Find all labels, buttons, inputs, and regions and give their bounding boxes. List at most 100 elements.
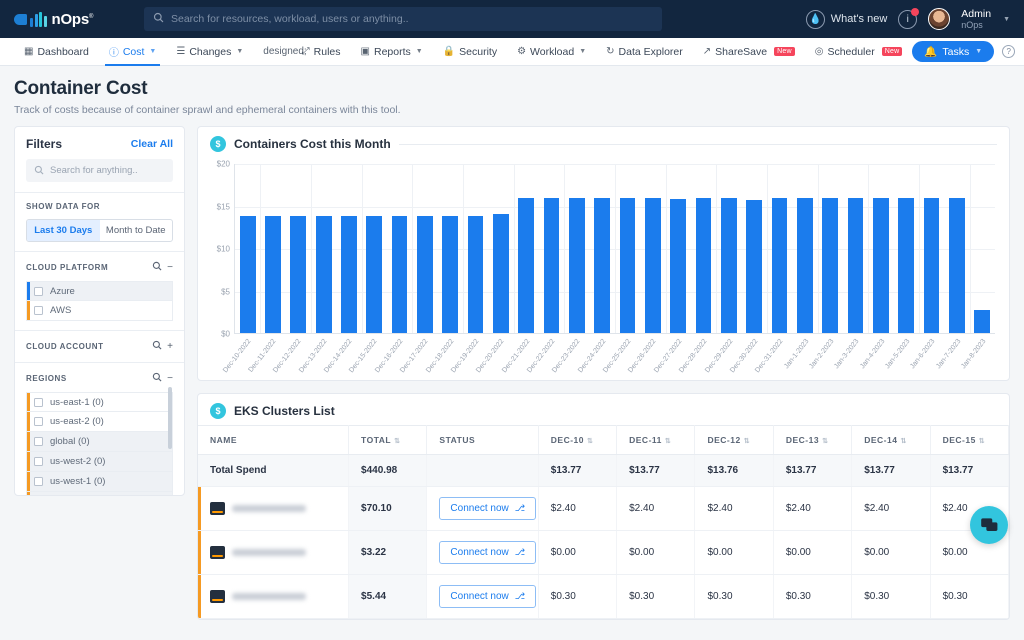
chart-bar-cell[interactable] bbox=[640, 164, 665, 333]
connect-now-button[interactable]: Connect now ⎇ bbox=[439, 541, 536, 564]
nav-item-security[interactable]: 🔒 Security bbox=[433, 38, 507, 66]
chart-bar-cell[interactable] bbox=[336, 164, 361, 333]
chart-bar-cell[interactable] bbox=[412, 164, 437, 333]
column-header-dec11[interactable]: DEC-11 ⇅ bbox=[617, 426, 695, 455]
filters-search[interactable] bbox=[26, 159, 173, 182]
checkbox[interactable] bbox=[34, 306, 43, 315]
chart-bar-cell[interactable] bbox=[792, 164, 817, 333]
checkbox[interactable] bbox=[34, 287, 43, 296]
nav-item-rules[interactable]: designed; ⤢ Rules bbox=[253, 38, 350, 66]
checkbox[interactable] bbox=[34, 417, 43, 426]
chart-bar-cell[interactable] bbox=[843, 164, 868, 333]
chart-bar-cell[interactable] bbox=[362, 164, 387, 333]
chart-bar-cell[interactable] bbox=[818, 164, 843, 333]
nav-item-data-explorer[interactable]: ↻ Data Explorer bbox=[596, 38, 693, 66]
checkbox[interactable] bbox=[34, 457, 43, 466]
nav-item-scheduler[interactable]: ◎ Scheduler New bbox=[805, 38, 913, 66]
chart-bar[interactable] bbox=[898, 198, 914, 333]
chart-bar-cell[interactable] bbox=[919, 164, 944, 333]
chart-bar[interactable] bbox=[417, 216, 433, 333]
chart-bar[interactable] bbox=[772, 198, 788, 333]
search-icon[interactable] bbox=[152, 261, 162, 274]
nav-item-cost[interactable]: ⓘ Cost ▼ bbox=[99, 38, 167, 66]
sort-icon[interactable]: ⇅ bbox=[665, 438, 671, 445]
nav-item-changes[interactable]: ☰ Changes ▼ bbox=[166, 38, 253, 66]
chart-bar-cell[interactable] bbox=[463, 164, 488, 333]
expand-icon[interactable]: + bbox=[167, 341, 173, 352]
chart-bar-cell[interactable] bbox=[944, 164, 969, 333]
collapse-icon[interactable]: − bbox=[167, 373, 173, 384]
chart-bar-cell[interactable] bbox=[767, 164, 792, 333]
chart-bar[interactable] bbox=[696, 198, 712, 333]
search-icon[interactable] bbox=[152, 340, 162, 353]
chart-bar-cell[interactable] bbox=[590, 164, 615, 333]
sort-icon[interactable]: ⇅ bbox=[587, 438, 593, 445]
help-icon[interactable]: ? bbox=[1002, 45, 1015, 58]
chart-bar[interactable] bbox=[873, 198, 889, 333]
filter-option-region[interactable]: us-west-2 (0) bbox=[26, 452, 173, 472]
filter-option-region[interactable]: eu-west-1 (0) bbox=[26, 492, 173, 496]
nav-item-sharesave[interactable]: ↗ ShareSave New bbox=[693, 38, 805, 66]
chart-bar[interactable] bbox=[468, 216, 484, 333]
chart-bar-cell[interactable] bbox=[539, 164, 564, 333]
sort-icon[interactable]: ⇅ bbox=[744, 438, 750, 445]
filter-option-region[interactable]: us-west-1 (0) bbox=[26, 472, 173, 492]
chart-bar[interactable] bbox=[645, 198, 661, 333]
chart-bar[interactable] bbox=[721, 198, 737, 333]
chart-bar[interactable] bbox=[594, 198, 610, 333]
chart-bar[interactable] bbox=[442, 216, 458, 333]
chart-bar[interactable] bbox=[620, 198, 636, 333]
whats-new-button[interactable]: 💧 What's new bbox=[806, 10, 888, 29]
filter-option-aws[interactable]: AWS bbox=[26, 301, 173, 321]
checkbox[interactable] bbox=[34, 398, 43, 407]
chart-bar-cell[interactable] bbox=[438, 164, 463, 333]
chart-bar[interactable] bbox=[949, 198, 965, 333]
chart-bar-cell[interactable] bbox=[311, 164, 336, 333]
connect-now-button[interactable]: Connect now ⎇ bbox=[439, 497, 536, 520]
chart-bar-cell[interactable] bbox=[235, 164, 260, 333]
column-header-dec12[interactable]: DEC-12 ⇅ bbox=[695, 426, 773, 455]
table-row[interactable]: $5.44 Connect now ⎇ $0.30 $0.30 $0.30 $0.30 $0.… bbox=[198, 575, 1009, 619]
search-icon[interactable] bbox=[152, 372, 162, 385]
chart-bar[interactable] bbox=[341, 216, 357, 333]
chart-bar[interactable] bbox=[924, 198, 940, 333]
chart-bar-cell[interactable] bbox=[387, 164, 412, 333]
clear-all-button[interactable]: Clear All bbox=[131, 138, 173, 150]
chart-bar-cell[interactable] bbox=[666, 164, 691, 333]
chart-bar[interactable] bbox=[569, 198, 585, 333]
sort-icon[interactable]: ⇅ bbox=[822, 438, 828, 445]
column-header-dec10[interactable]: DEC-10 ⇅ bbox=[538, 426, 616, 455]
avatar[interactable] bbox=[928, 8, 950, 30]
search-input[interactable] bbox=[171, 13, 653, 25]
chart-bar[interactable] bbox=[746, 200, 762, 333]
nav-item-dashboard[interactable]: ▦ Dashboard bbox=[14, 38, 99, 66]
chart-bar[interactable] bbox=[544, 198, 560, 333]
chevron-down-icon[interactable]: ▼ bbox=[1003, 16, 1010, 23]
sort-icon[interactable]: ⇅ bbox=[394, 438, 400, 445]
filter-option-region[interactable]: us-east-1 (0) bbox=[26, 392, 173, 412]
chart-bar[interactable] bbox=[240, 216, 256, 333]
chart-bar[interactable] bbox=[493, 214, 509, 333]
toggle-month-to-date[interactable]: Month to Date bbox=[100, 220, 173, 241]
chart-bar[interactable] bbox=[974, 310, 990, 333]
chart-bar-cell[interactable] bbox=[970, 164, 995, 333]
chart-bar[interactable] bbox=[822, 198, 838, 333]
nops-logo[interactable]: nOps® bbox=[14, 11, 118, 28]
chart-bar-cell[interactable] bbox=[514, 164, 539, 333]
chat-support-button[interactable] bbox=[970, 506, 1008, 544]
filters-search-input[interactable] bbox=[50, 165, 165, 176]
table-row[interactable]: $3.22 Connect now ⎇ $0.00 $0.00 $0.00 $0.00 $0.… bbox=[198, 531, 1009, 575]
chart-bar[interactable] bbox=[265, 216, 281, 333]
nav-item-reports[interactable]: ▣ Reports ▼ bbox=[351, 38, 433, 66]
chart-bar[interactable] bbox=[797, 198, 813, 333]
chart-bar-cell[interactable] bbox=[742, 164, 767, 333]
filter-option-region[interactable]: us-east-2 (0) bbox=[26, 412, 173, 432]
column-header-dec14[interactable]: DEC-14 ⇅ bbox=[852, 426, 930, 455]
chart-bar[interactable] bbox=[316, 216, 332, 333]
global-search[interactable] bbox=[144, 7, 662, 31]
chart-bar-cell[interactable] bbox=[564, 164, 589, 333]
checkbox[interactable] bbox=[34, 477, 43, 486]
nav-item-workload[interactable]: ⚙ Workload ▼ bbox=[507, 38, 596, 66]
chart-bar-cell[interactable] bbox=[868, 164, 893, 333]
collapse-icon[interactable]: − bbox=[167, 262, 173, 273]
